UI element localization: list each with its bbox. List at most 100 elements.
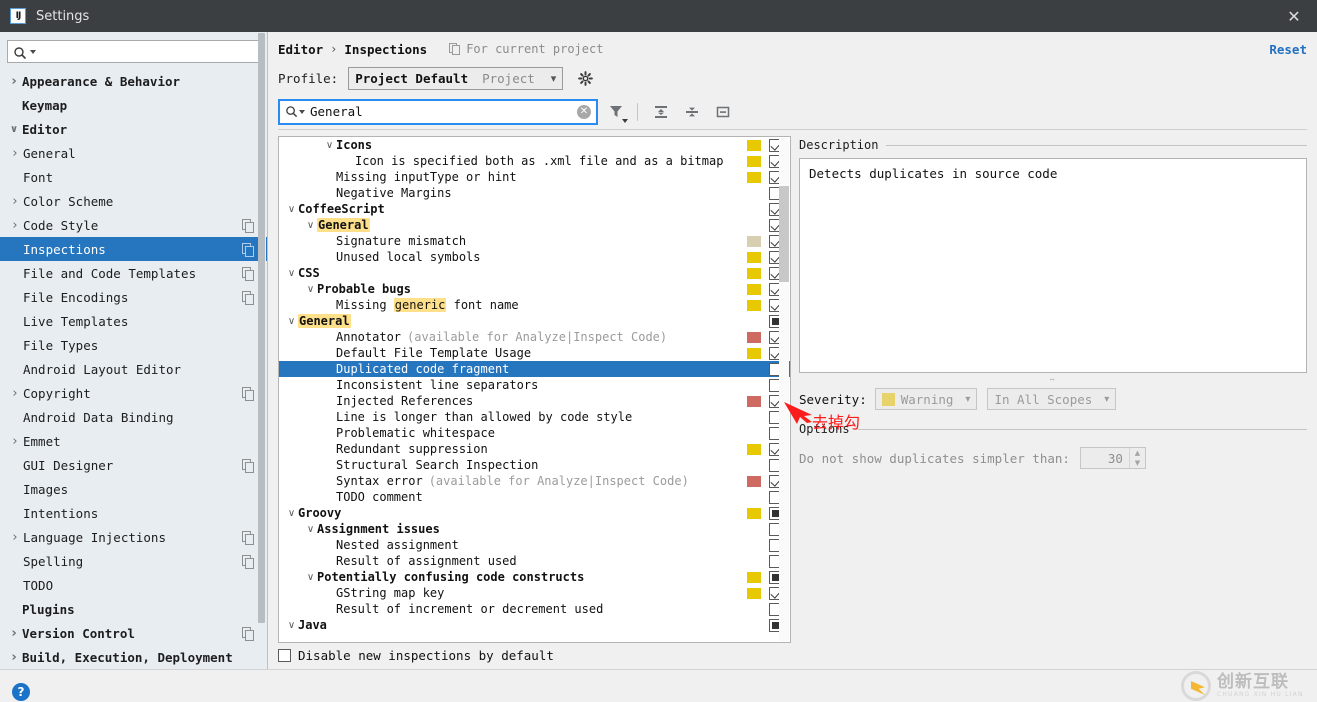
reset-button[interactable]: Reset	[1269, 42, 1307, 57]
inspection-tree-scrollbar[interactable]	[779, 138, 789, 641]
stepper-arrows[interactable]: ▲ ▼	[1129, 448, 1145, 468]
inspection-row[interactable]: Result of increment or decrement used	[279, 601, 790, 617]
chevron-right-icon[interactable]: ›	[6, 626, 22, 641]
sidebar-item-editor[interactable]: ∨Editor	[0, 117, 267, 141]
disable-new-inspections-checkbox[interactable]: Disable new inspections by default	[278, 643, 791, 665]
sidebar-item-emmet[interactable]: ›Emmet	[0, 429, 267, 453]
profile-select[interactable]: Project Default Project ▾	[348, 67, 563, 90]
inspection-row[interactable]: Signature mismatch	[279, 233, 790, 249]
inspection-row[interactable]: GString map key	[279, 585, 790, 601]
collapse-all-icon[interactable]	[679, 99, 705, 125]
chevron-right-icon[interactable]: ›	[7, 146, 23, 161]
chevron-down-icon[interactable]: ∨	[323, 140, 336, 151]
close-icon[interactable]: ✕	[1271, 0, 1317, 32]
sidebar-item-todo[interactable]: TODO	[0, 573, 267, 597]
sidebar-item-color-scheme[interactable]: ›Color Scheme	[0, 189, 267, 213]
sidebar-item-android-layout-editor[interactable]: Android Layout Editor	[0, 357, 267, 381]
inspection-row[interactable]: TODO comment	[279, 489, 790, 505]
sidebar-item-general[interactable]: ›General	[0, 141, 267, 165]
sidebar-item-file-types[interactable]: File Types	[0, 333, 267, 357]
stepper-down-icon[interactable]: ▼	[1130, 458, 1145, 468]
sidebar-item-version-control[interactable]: ›Version Control	[0, 621, 267, 645]
sidebar-item-intentions[interactable]: Intentions	[0, 501, 267, 525]
sidebar-item-images[interactable]: Images	[0, 477, 267, 501]
inspection-row[interactable]: ∨CSS	[279, 265, 790, 281]
chevron-down-icon[interactable]: ∨	[6, 124, 22, 135]
severity-select[interactable]: Warning ▾	[875, 388, 978, 410]
inspection-row[interactable]: Syntax error(available for Analyze|Inspe…	[279, 473, 790, 489]
sidebar-scrollbar[interactable]	[258, 32, 266, 669]
chevron-down-icon[interactable]: ∨	[304, 220, 317, 231]
filter-icon[interactable]	[603, 99, 629, 125]
inspection-row[interactable]: Structural Search Inspection	[279, 457, 790, 473]
chevron-right-icon[interactable]: ›	[6, 74, 22, 89]
sidebar-item-language-injections[interactable]: ›Language Injections	[0, 525, 267, 549]
sidebar-search-input[interactable]	[36, 45, 254, 59]
chevron-right-icon[interactable]: ›	[6, 650, 22, 665]
search-options-chevron-icon[interactable]	[299, 110, 305, 114]
sidebar-scrollbar-thumb[interactable]	[258, 33, 265, 623]
chevron-down-icon[interactable]: ∨	[304, 284, 317, 295]
sidebar-item-font[interactable]: Font	[0, 165, 267, 189]
chevron-right-icon[interactable]: ›	[7, 530, 23, 545]
sidebar-item-build-execution-deployment[interactable]: ›Build, Execution, Deployment	[0, 645, 267, 669]
sidebar-item-appearance-behavior[interactable]: ›Appearance & Behavior	[0, 69, 267, 93]
gear-icon[interactable]	[575, 68, 595, 88]
inspection-row[interactable]: Problematic whitespace	[279, 425, 790, 441]
chevron-down-icon[interactable]: ∨	[285, 268, 298, 279]
sidebar-item-copyright[interactable]: ›Copyright	[0, 381, 267, 405]
chevron-right-icon[interactable]: ›	[7, 434, 23, 449]
sidebar-item-file-and-code-templates[interactable]: File and Code Templates	[0, 261, 267, 285]
inspection-row[interactable]: Missing generic font name	[279, 297, 790, 313]
inspection-search-input[interactable]	[310, 104, 577, 119]
inspection-row[interactable]: ∨General	[279, 313, 790, 329]
breadcrumb-parent[interactable]: Editor	[278, 42, 323, 57]
inspection-row[interactable]: ∨Assignment issues	[279, 521, 790, 537]
inspection-row[interactable]: Redundant suppression	[279, 441, 790, 457]
inspection-row[interactable]: Unused local symbols	[279, 249, 790, 265]
option-value[interactable]: 30	[1081, 448, 1129, 468]
inspection-row[interactable]: Default File Template Usage	[279, 345, 790, 361]
quantity-stepper[interactable]: 30 ▲ ▼	[1080, 447, 1146, 469]
checkbox-box[interactable]	[278, 649, 291, 662]
sidebar-item-inspections[interactable]: Inspections	[0, 237, 267, 261]
inspection-row[interactable]: Inconsistent line separators	[279, 377, 790, 393]
sidebar-item-file-encodings[interactable]: File Encodings	[0, 285, 267, 309]
inspection-row[interactable]: Duplicated code fragment	[279, 361, 790, 377]
inspection-row[interactable]: Icon is specified both as .xml file and …	[279, 153, 790, 169]
inspection-row[interactable]: ∨CoffeeScript	[279, 201, 790, 217]
chevron-right-icon[interactable]: ›	[7, 386, 23, 401]
inspection-row[interactable]: Annotator(available for Analyze|Inspect …	[279, 329, 790, 345]
chevron-down-icon[interactable]: ∨	[285, 508, 298, 519]
sidebar-item-gui-designer[interactable]: GUI Designer	[0, 453, 267, 477]
show-enabled-icon[interactable]	[710, 99, 736, 125]
clear-icon[interactable]: ✕	[577, 105, 591, 119]
inspection-tree[interactable]: ∨IconsIcon is specified both as .xml fil…	[278, 136, 791, 643]
inspection-row[interactable]: Negative Margins	[279, 185, 790, 201]
help-icon[interactable]: ?	[12, 683, 30, 701]
inspection-row[interactable]: Line is longer than allowed by code styl…	[279, 409, 790, 425]
inspection-row[interactable]: Nested assignment	[279, 537, 790, 553]
chevron-down-icon[interactable]: ∨	[285, 316, 298, 327]
sidebar-item-spelling[interactable]: Spelling	[0, 549, 267, 573]
splitter-grip[interactable]: ⋯	[799, 373, 1307, 385]
scope-select[interactable]: In All Scopes ▾	[987, 388, 1116, 410]
inspection-row[interactable]: ∨Probable bugs	[279, 281, 790, 297]
inspection-row[interactable]: ∨Groovy	[279, 505, 790, 521]
inspection-row[interactable]: Missing inputType or hint	[279, 169, 790, 185]
inspection-row[interactable]: ∨Java	[279, 617, 790, 633]
sidebar-search-box[interactable]	[7, 40, 260, 63]
inspection-row[interactable]: ∨Icons	[279, 137, 790, 153]
inspection-row[interactable]: Injected References	[279, 393, 790, 409]
inspection-row[interactable]: ∨General	[279, 217, 790, 233]
sidebar-item-live-templates[interactable]: Live Templates	[0, 309, 267, 333]
chevron-down-icon[interactable]: ∨	[304, 524, 317, 535]
sidebar-item-android-data-binding[interactable]: Android Data Binding	[0, 405, 267, 429]
inspection-row[interactable]: ∨Potentially confusing code constructs	[279, 569, 790, 585]
inspection-row[interactable]: Result of assignment used	[279, 553, 790, 569]
expand-all-icon[interactable]	[648, 99, 674, 125]
chevron-down-icon[interactable]: ∨	[285, 204, 298, 215]
chevron-right-icon[interactable]: ›	[7, 194, 23, 209]
sidebar-item-code-style[interactable]: ›Code Style	[0, 213, 267, 237]
stepper-up-icon[interactable]: ▲	[1130, 448, 1145, 458]
